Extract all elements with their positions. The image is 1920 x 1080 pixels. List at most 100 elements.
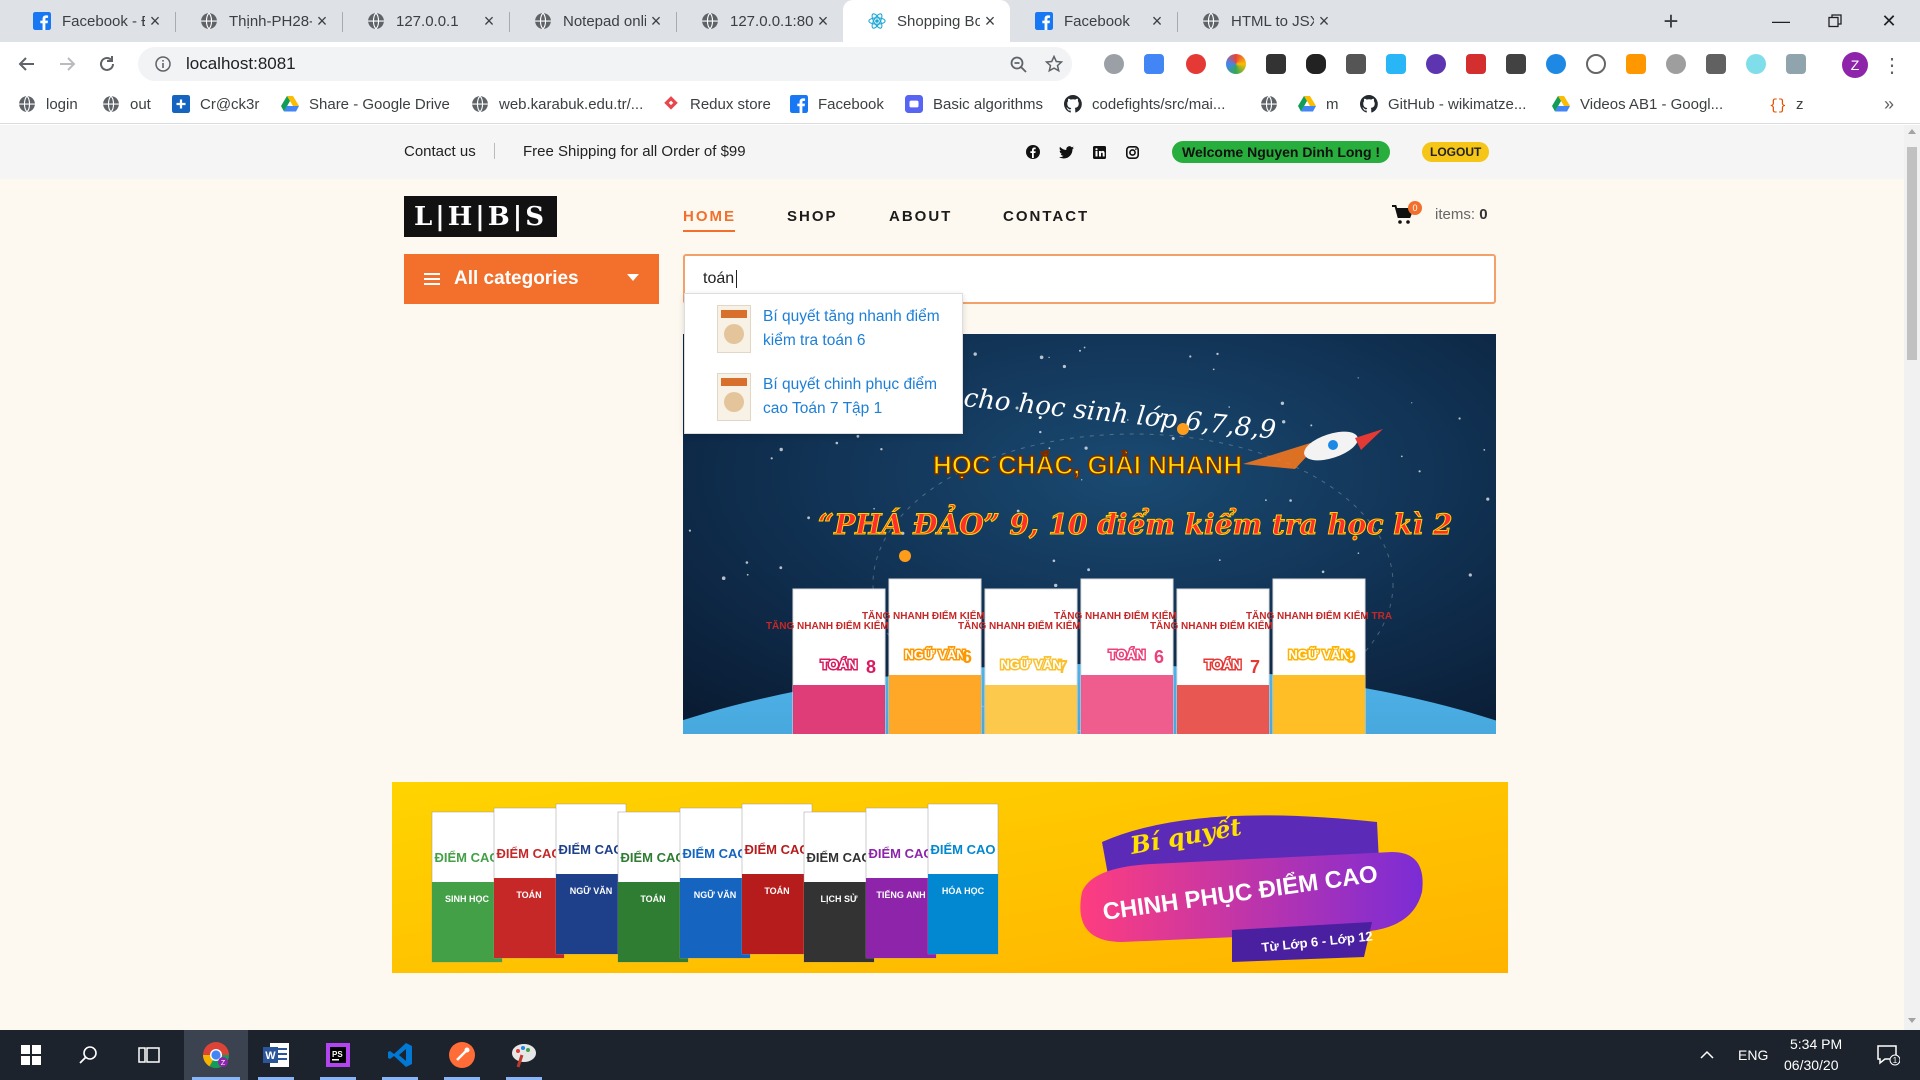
nav-contact[interactable]: CONTACT — [1003, 208, 1089, 225]
suggestion-item[interactable]: Bí quyết tăng nhanh điểm kiểm tra toán 6 — [717, 305, 957, 353]
bookmark-item[interactable]: codefights/src/mai... — [1064, 95, 1225, 113]
tab-close-icon[interactable]: × — [1147, 11, 1167, 31]
zoom-icon[interactable] — [1000, 56, 1036, 73]
chevron-up-icon[interactable] — [1690, 1030, 1724, 1080]
bookmark-item[interactable]: GitHub - wikimatze... — [1360, 95, 1526, 113]
postman-icon[interactable] — [436, 1030, 488, 1080]
facebook-icon[interactable] — [1025, 144, 1041, 160]
cart-items-text[interactable]: items: 0 — [1435, 206, 1488, 223]
clock-time[interactable]: 5:34 PM — [1790, 1036, 1842, 1052]
profile-avatar[interactable]: Z — [1842, 52, 1868, 78]
close-window-button[interactable]: ✕ — [1862, 0, 1916, 42]
phpstorm-icon[interactable]: PS — [312, 1030, 364, 1080]
extension-adblock-icon[interactable] — [1186, 54, 1206, 74]
scroll-thumb[interactable] — [1907, 147, 1917, 360]
bookmark-item[interactable]: Redux store — [662, 95, 771, 113]
promo-banner[interactable]: ĐIỂM CAO SINH HỌC ĐIỂM CAO TOÁN ĐIỂM CAO… — [392, 782, 1508, 973]
tab-close-icon[interactable]: × — [312, 11, 332, 31]
bookmark-item[interactable]: login — [18, 95, 78, 113]
site-logo[interactable]: L|H|B|S — [404, 196, 557, 237]
extension-gear-icon[interactable] — [1666, 54, 1686, 74]
tab-close-icon[interactable]: × — [145, 11, 165, 31]
tab-close-icon[interactable]: × — [1314, 11, 1334, 31]
restore-button[interactable] — [1808, 0, 1862, 42]
all-categories-dropdown[interactable]: All categories — [404, 254, 659, 304]
star-dot — [1083, 346, 1086, 349]
extension-translate-icon[interactable] — [1144, 54, 1164, 74]
extension-red-icon[interactable] — [1466, 54, 1486, 74]
reload-button[interactable] — [92, 49, 122, 79]
clock-date[interactable]: 06/30/20 — [1784, 1057, 1839, 1073]
bookmark-item[interactable]: Cr@ck3r — [172, 95, 259, 113]
address-bar[interactable]: localhost:8081 — [138, 47, 1072, 81]
extension-tff-icon[interactable] — [1386, 54, 1406, 74]
extension-puzzle-icon[interactable] — [1706, 54, 1726, 74]
minimize-button[interactable]: — — [1754, 0, 1808, 42]
tab-title: 127.0.0.1 — [396, 12, 459, 30]
extension-qr-icon[interactable] — [1346, 54, 1366, 74]
tab-close-icon[interactable]: × — [646, 11, 666, 31]
browser-tab[interactable]: Shopping Book × — [843, 0, 1010, 42]
tab-close-icon[interactable]: × — [980, 11, 1000, 31]
instagram-icon[interactable] — [1124, 144, 1140, 160]
extension-grey-icon[interactable] — [1786, 54, 1806, 74]
extension-color-icon[interactable] — [1226, 54, 1246, 74]
twitter-icon[interactable] — [1058, 144, 1074, 160]
bookmark-item[interactable] — [1260, 95, 1288, 113]
bookmark-star-icon[interactable] — [1036, 55, 1072, 73]
extension-video-icon[interactable] — [1266, 54, 1286, 74]
notification-center-icon[interactable]: 1 — [1862, 1030, 1914, 1080]
scroll-up-icon[interactable] — [1908, 129, 1916, 134]
paint-icon[interactable] — [498, 1030, 550, 1080]
browser-tab[interactable]: Thịnh-PH28-Báo-c × — [175, 0, 342, 42]
bookmark-item[interactable]: Basic algorithms — [905, 95, 1043, 113]
linkedin-icon[interactable] — [1091, 144, 1107, 160]
extension-globe-icon[interactable] — [1104, 54, 1124, 74]
extension-heart-icon[interactable] — [1546, 54, 1566, 74]
search-icon[interactable] — [62, 1030, 116, 1080]
bookmarks-overflow-icon[interactable]: » — [1884, 94, 1894, 115]
vscode-icon[interactable] — [374, 1030, 426, 1080]
back-button[interactable] — [12, 49, 42, 79]
extension-teal-icon[interactable] — [1746, 54, 1766, 74]
browser-tab[interactable]: HTML to JSX × — [1177, 0, 1344, 42]
extension-orange-icon[interactable] — [1626, 54, 1646, 74]
bookmark-item[interactable]: web.karabuk.edu.tr/... — [471, 95, 643, 113]
bookmark-item[interactable]: {} z — [1768, 95, 1803, 114]
chrome-icon[interactable]: Z — [184, 1030, 248, 1080]
bookmark-item[interactable]: Share - Google Drive — [281, 95, 450, 113]
word-icon[interactable]: W — [250, 1030, 302, 1080]
tab-close-icon[interactable]: × — [813, 11, 833, 31]
nav-home[interactable]: HOME — [683, 208, 736, 225]
forward-button[interactable] — [52, 49, 82, 79]
book-grade: 8 — [866, 657, 876, 677]
bookmark-item[interactable]: m — [1298, 95, 1339, 113]
bookmark-item[interactable]: Videos AB1 - Googl... — [1552, 95, 1723, 113]
bookmark-item[interactable]: Facebook — [790, 95, 884, 113]
site-info-icon[interactable] — [146, 56, 180, 72]
windows-start-icon[interactable] — [4, 1030, 58, 1080]
bookmark-item[interactable]: out — [102, 95, 151, 113]
language-indicator[interactable]: ENG — [1738, 1047, 1768, 1063]
nav-about[interactable]: ABOUT — [889, 208, 952, 225]
extension-tor-icon[interactable] — [1426, 54, 1446, 74]
browser-tab[interactable]: Facebook × — [1010, 0, 1177, 42]
tab-close-icon[interactable]: × — [479, 11, 499, 31]
logout-button[interactable]: LOGOUT — [1422, 142, 1490, 162]
extension-incognito-icon[interactable] — [1306, 54, 1326, 74]
extension-circle-icon[interactable] — [1586, 54, 1606, 74]
page-scrollbar[interactable] — [1904, 125, 1920, 1030]
task-view-icon[interactable] — [122, 1030, 176, 1080]
suggestion-item[interactable]: Bí quyết chinh phục điểm cao Toán 7 Tập … — [717, 373, 957, 421]
scroll-down-icon[interactable] — [1908, 1018, 1916, 1023]
browser-tab[interactable]: 127.0.0.1 × — [342, 0, 509, 42]
browser-tab[interactable]: Facebook - Đăng n × — [8, 0, 175, 42]
new-tab-button[interactable]: + — [1656, 6, 1686, 36]
contact-link[interactable]: Contact us — [404, 143, 476, 160]
browser-tab[interactable]: 127.0.0.1:8000/api × — [676, 0, 843, 42]
browser-menu-icon[interactable]: ⋮ — [1882, 52, 1902, 78]
browser-tab[interactable]: Notepad online - S × — [509, 0, 676, 42]
extension-selenium-icon[interactable] — [1506, 54, 1526, 74]
nav-shop[interactable]: SHOP — [787, 208, 838, 225]
book-subject: NGỮ VĂN — [694, 890, 736, 900]
